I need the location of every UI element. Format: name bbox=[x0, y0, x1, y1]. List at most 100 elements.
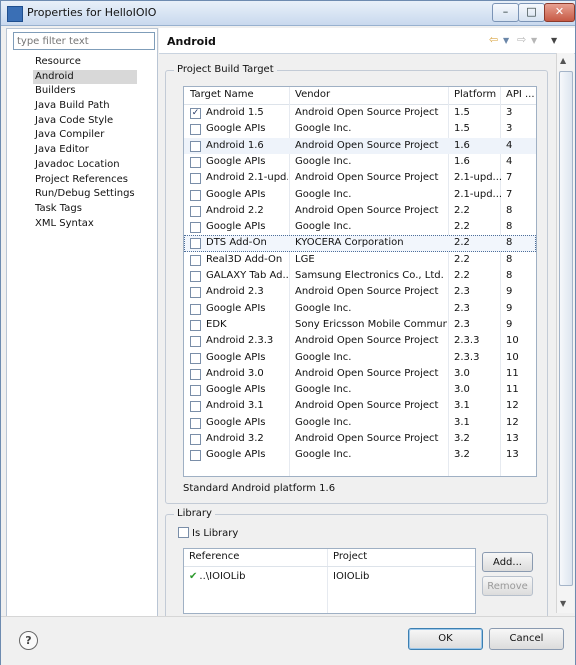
cell-vendor: Google Inc. bbox=[295, 416, 352, 428]
cell-name: Google APIs bbox=[206, 221, 266, 233]
nav-item-resource[interactable]: Resource bbox=[33, 55, 137, 70]
target-checkbox[interactable]: ✓ bbox=[190, 108, 201, 119]
table-row[interactable]: Android 1.6 Android Open Source Project 1.… bbox=[184, 137, 536, 154]
table-row[interactable]: Android 2.3 Android Open Source Project 2.… bbox=[184, 284, 536, 300]
checkbox-box[interactable] bbox=[178, 527, 189, 538]
target-checkbox[interactable] bbox=[190, 336, 201, 348]
scroll-thumb[interactable] bbox=[559, 71, 573, 586]
col-api[interactable]: API ... bbox=[506, 89, 535, 100]
table-row[interactable]: Android 3.0 Android Open Source Project 3.… bbox=[184, 366, 536, 382]
remove-button[interactable]: Remove bbox=[482, 576, 533, 596]
nav-item-task-tags[interactable]: Task Tags bbox=[33, 202, 137, 217]
target-checkbox[interactable] bbox=[190, 173, 201, 185]
target-checkbox[interactable] bbox=[190, 401, 201, 413]
table-row[interactable]: ✓ Android 1.5 Android Open Source Project 1… bbox=[184, 105, 536, 121]
cell-api: 11 bbox=[506, 384, 519, 396]
table-row[interactable]: Google APIs Google Inc. 3.1 12 bbox=[184, 415, 536, 431]
back-dropdown-icon[interactable]: ▼ bbox=[503, 36, 509, 45]
nav-item-run-debug-settings[interactable]: Run/Debug Settings bbox=[33, 187, 137, 202]
cell-platform: 2.3 bbox=[454, 302, 470, 314]
col-platform[interactable]: Platform bbox=[454, 89, 496, 100]
cell-api: 8 bbox=[506, 237, 513, 249]
target-checkbox[interactable] bbox=[190, 352, 201, 364]
target-checkbox[interactable] bbox=[190, 303, 201, 315]
nav-item-builders[interactable]: Builders bbox=[33, 84, 137, 99]
table-row[interactable]: Android 3.2 Android Open Source Project 3.… bbox=[184, 431, 536, 447]
target-checkbox[interactable] bbox=[190, 417, 201, 429]
nav-item-java-code-style[interactable]: Java Code Style bbox=[33, 114, 137, 129]
target-checkbox[interactable] bbox=[190, 450, 201, 462]
table-row[interactable]: Real3D Add-On LGE 2.2 8 bbox=[184, 252, 536, 268]
table-row[interactable]: Google APIs Google Inc. 3.2 13 bbox=[184, 447, 536, 463]
table-row[interactable]: GALAXY Tab Ad... Samsung Electronics Co.,… bbox=[184, 268, 536, 284]
target-checkbox[interactable] bbox=[190, 222, 201, 234]
target-checkbox[interactable] bbox=[190, 124, 201, 136]
nav-item-java-editor[interactable]: Java Editor bbox=[33, 143, 137, 158]
cell-platform: 1.5 bbox=[454, 123, 470, 135]
target-checkbox[interactable] bbox=[190, 238, 201, 250]
col-vendor[interactable]: Vendor bbox=[295, 89, 330, 100]
table-row[interactable]: EDK Sony Ericsson Mobile Communi... 2.3 9 bbox=[184, 317, 536, 333]
cancel-button[interactable]: Cancel bbox=[489, 628, 564, 650]
cell-platform: 3.0 bbox=[454, 367, 470, 379]
table-row[interactable]: Google APIs Google Inc. 3.0 11 bbox=[184, 382, 536, 398]
table-row[interactable]: Android 2.3.3 Android Open Source Project… bbox=[184, 333, 536, 349]
minimize-button[interactable]: – bbox=[492, 3, 519, 22]
target-checkbox[interactable] bbox=[190, 319, 201, 331]
scroll-up-icon[interactable]: ▲ bbox=[560, 56, 566, 65]
cell-vendor: Android Open Source Project bbox=[295, 139, 439, 151]
cell-api: 13 bbox=[506, 433, 519, 444]
help-icon[interactable]: ? bbox=[19, 631, 38, 650]
target-checkbox[interactable] bbox=[190, 205, 201, 217]
nav-item-xml-syntax[interactable]: XML Syntax bbox=[33, 217, 137, 232]
col-target-name[interactable]: Target Name bbox=[190, 89, 254, 100]
target-checkbox[interactable] bbox=[190, 271, 201, 282]
nav-item-android[interactable]: Android bbox=[33, 69, 137, 85]
nav-item-java-build-path[interactable]: Java Build Path bbox=[33, 99, 137, 114]
table-row[interactable]: Google APIs Google Inc. 2.3.3 10 bbox=[184, 350, 536, 366]
target-checkbox[interactable] bbox=[190, 368, 201, 380]
cell-vendor: Android Open Source Project bbox=[295, 107, 439, 118]
table-row[interactable]: Google APIs Google Inc. 2.3 9 bbox=[184, 301, 536, 317]
cell-vendor: Android Open Source Project bbox=[295, 335, 439, 347]
target-checkbox[interactable] bbox=[190, 287, 201, 299]
target-checkbox[interactable] bbox=[190, 140, 201, 152]
nav-item-project-references[interactable]: Project References bbox=[33, 173, 137, 188]
cell-platform: 2.2 bbox=[454, 270, 470, 281]
table-row[interactable]: ✔ ..\IOIOLib bbox=[189, 571, 245, 582]
cell-platform: 3.2 bbox=[454, 449, 470, 461]
table-row[interactable]: Google APIs Google Inc. 1.6 4 bbox=[184, 154, 536, 170]
ok-button[interactable]: OK bbox=[408, 628, 483, 650]
table-row[interactable]: Google APIs Google Inc. 2.1-upd... 7 bbox=[184, 187, 536, 203]
cell-api: 11 bbox=[506, 367, 519, 379]
target-checkbox[interactable] bbox=[190, 189, 201, 201]
maximize-button[interactable]: □ bbox=[518, 3, 545, 22]
page-scrollbar[interactable]: ▲ ▼ bbox=[556, 53, 574, 613]
add-button[interactable]: Add... bbox=[482, 552, 533, 572]
target-checkbox[interactable] bbox=[190, 385, 201, 397]
col-reference[interactable]: Reference bbox=[189, 551, 239, 562]
col-project[interactable]: Project bbox=[333, 551, 367, 562]
table-row[interactable]: Android 3.1 Android Open Source Project 3.… bbox=[184, 398, 536, 414]
cell-name: Google APIs bbox=[206, 155, 266, 167]
filter-input[interactable] bbox=[13, 32, 155, 50]
cell-vendor: Google Inc. bbox=[295, 123, 352, 135]
target-checkbox[interactable] bbox=[190, 254, 201, 266]
table-row[interactable]: Android 2.1-upd... Android Open Source Pr… bbox=[184, 170, 536, 186]
is-library-checkbox[interactable]: Is Library bbox=[178, 525, 238, 539]
cell-vendor: KYOCERA Corporation bbox=[295, 237, 404, 249]
nav-item-javadoc-location[interactable]: Javadoc Location bbox=[33, 158, 137, 173]
target-checkbox[interactable] bbox=[190, 434, 201, 445]
back-arrow-icon[interactable]: ⇦ bbox=[489, 33, 498, 46]
scroll-down-icon[interactable]: ▼ bbox=[560, 599, 566, 608]
view-menu-icon[interactable]: ▼ bbox=[551, 36, 557, 45]
table-row[interactable]: DTS Add-On KYOCERA Corporation 2.2 8 bbox=[184, 235, 536, 252]
nav-item-java-compiler[interactable]: Java Compiler bbox=[33, 128, 137, 143]
close-button[interactable]: ✕ bbox=[544, 3, 575, 22]
table-row[interactable]: Google APIs Google Inc. 2.2 8 bbox=[184, 219, 536, 235]
cell-name: Android 3.1 bbox=[206, 400, 264, 412]
target-checkbox[interactable] bbox=[190, 156, 201, 168]
table-row[interactable]: Android 2.2 Android Open Source Project 2.… bbox=[184, 203, 536, 219]
cell-platform: 2.2 bbox=[454, 253, 470, 265]
table-row[interactable]: Google APIs Google Inc. 1.5 3 bbox=[184, 121, 536, 137]
